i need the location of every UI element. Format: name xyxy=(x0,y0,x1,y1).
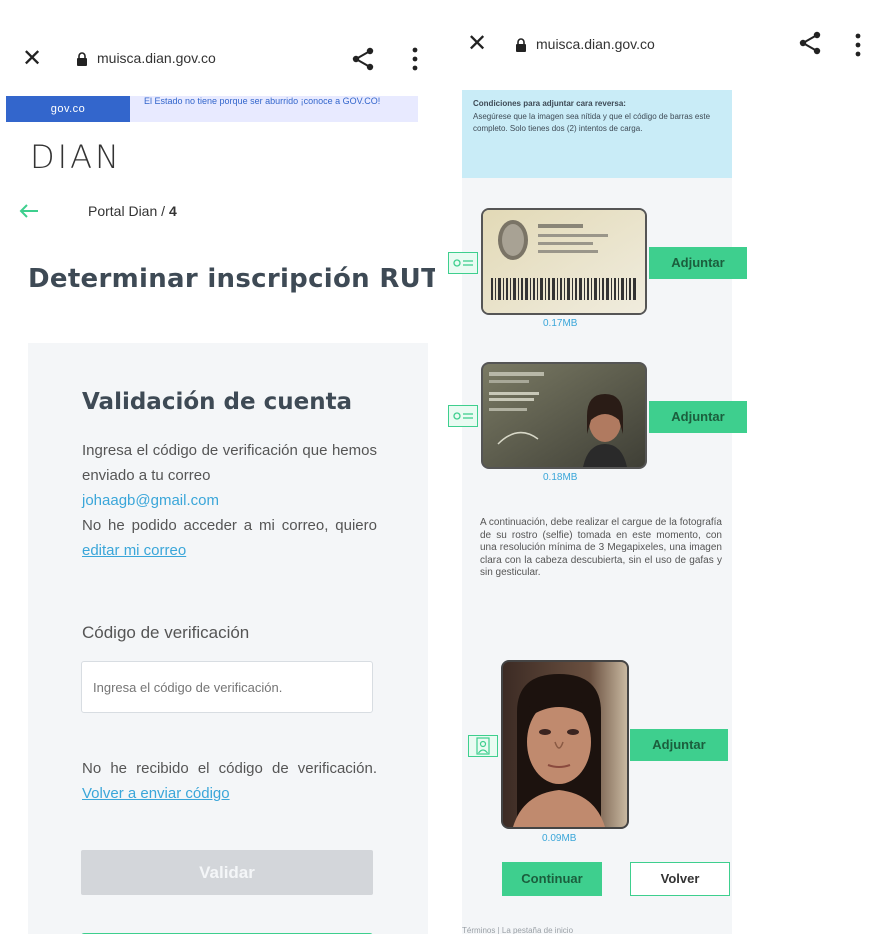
breadcrumb: Portal Dian / 4 xyxy=(88,203,177,219)
file-size-front: 0.18MB xyxy=(543,472,578,483)
breadcrumb-current: 4 xyxy=(168,203,177,219)
conditions-box: Condiciones para adjuntar cara reversa: … xyxy=(462,90,732,178)
share-icon[interactable] xyxy=(797,30,823,56)
browser-bar: ✕ muisca.dian.gov.co xyxy=(0,0,435,80)
id-card-icon xyxy=(448,252,478,274)
file-size-back: 0.17MB xyxy=(543,318,578,329)
conditions-text: Condiciones para adjuntar cara reversa: … xyxy=(473,98,723,136)
conditions-heading: Condiciones para adjuntar cara reversa: xyxy=(473,99,626,108)
continue-button[interactable]: Continuar xyxy=(502,862,602,896)
verification-instruction: Ingresa el código de verificación que he… xyxy=(82,438,377,563)
id-back-image xyxy=(483,210,645,313)
edit-email-link[interactable]: editar mi correo xyxy=(82,542,186,559)
validation-card: Validación de cuenta Ingresa el código d… xyxy=(28,343,428,934)
close-icon[interactable]: ✕ xyxy=(22,47,44,71)
gov-logo[interactable]: gov.co xyxy=(6,96,130,122)
lock-icon xyxy=(77,52,87,66)
kebab-menu-icon[interactable] xyxy=(412,46,418,72)
back-arrow-icon[interactable] xyxy=(18,203,40,219)
url-text[interactable]: muisca.dian.gov.co xyxy=(536,36,655,52)
kebab-menu-icon[interactable] xyxy=(855,32,861,58)
footer-link[interactable]: Términos | La pestaña de inicio xyxy=(462,926,573,934)
close-icon[interactable]: ✕ xyxy=(467,32,489,56)
page-title: Determinar inscripción RUT xyxy=(28,264,435,294)
id-card-icon xyxy=(448,405,478,427)
file-size-selfie: 0.09MB xyxy=(542,833,577,844)
attach-front-button[interactable]: Adjuntar xyxy=(649,401,747,433)
back-button[interactable]: Volver xyxy=(630,862,730,896)
instruction-text: Ingresa el código de verificación que he… xyxy=(82,442,377,484)
validate-button[interactable]: Validar xyxy=(81,850,373,895)
selfie-instructions: A continuación, debe realizar el cargue … xyxy=(480,517,722,578)
dian-logo: DIAN xyxy=(30,138,122,176)
resend-section: No he recibido el código de verificación… xyxy=(82,756,377,806)
card-title: Validación de cuenta xyxy=(82,389,353,415)
selfie-image xyxy=(503,662,627,827)
email-address: johaagb@gmail.com xyxy=(82,492,219,509)
code-field-label: Código de verificación xyxy=(82,623,250,642)
conditions-body: Asegúrese que la imagen sea nítida y que… xyxy=(473,111,711,134)
resend-code-link[interactable]: Volver a enviar código xyxy=(82,785,230,802)
id-front-image xyxy=(483,364,645,467)
attach-back-button[interactable]: Adjuntar xyxy=(649,247,747,279)
browser-bar: ✕ muisca.dian.gov.co xyxy=(440,0,875,80)
left-screen: ✕ muisca.dian.gov.co gov.co El Estado no… xyxy=(0,0,435,934)
person-card-icon xyxy=(468,735,498,757)
no-access-text: No he podido acceder a mi correo, quiero xyxy=(82,517,377,534)
gov-banner-text: El Estado no tiene porque ser aburrido ¡… xyxy=(144,96,381,106)
breadcrumb-parent[interactable]: Portal Dian / xyxy=(88,203,165,219)
url-text[interactable]: muisca.dian.gov.co xyxy=(97,50,216,66)
share-icon[interactable] xyxy=(350,46,376,72)
not-received-text: No he recibido el código de verificación… xyxy=(82,760,377,777)
gov-banner[interactable]: gov.co El Estado no tiene porque ser abu… xyxy=(6,96,418,122)
right-screen: ✕ muisca.dian.gov.co Condiciones para ad… xyxy=(440,0,875,934)
lock-icon xyxy=(516,38,526,52)
verification-code-input[interactable] xyxy=(81,661,373,713)
attach-selfie-button[interactable]: Adjuntar xyxy=(630,729,728,761)
